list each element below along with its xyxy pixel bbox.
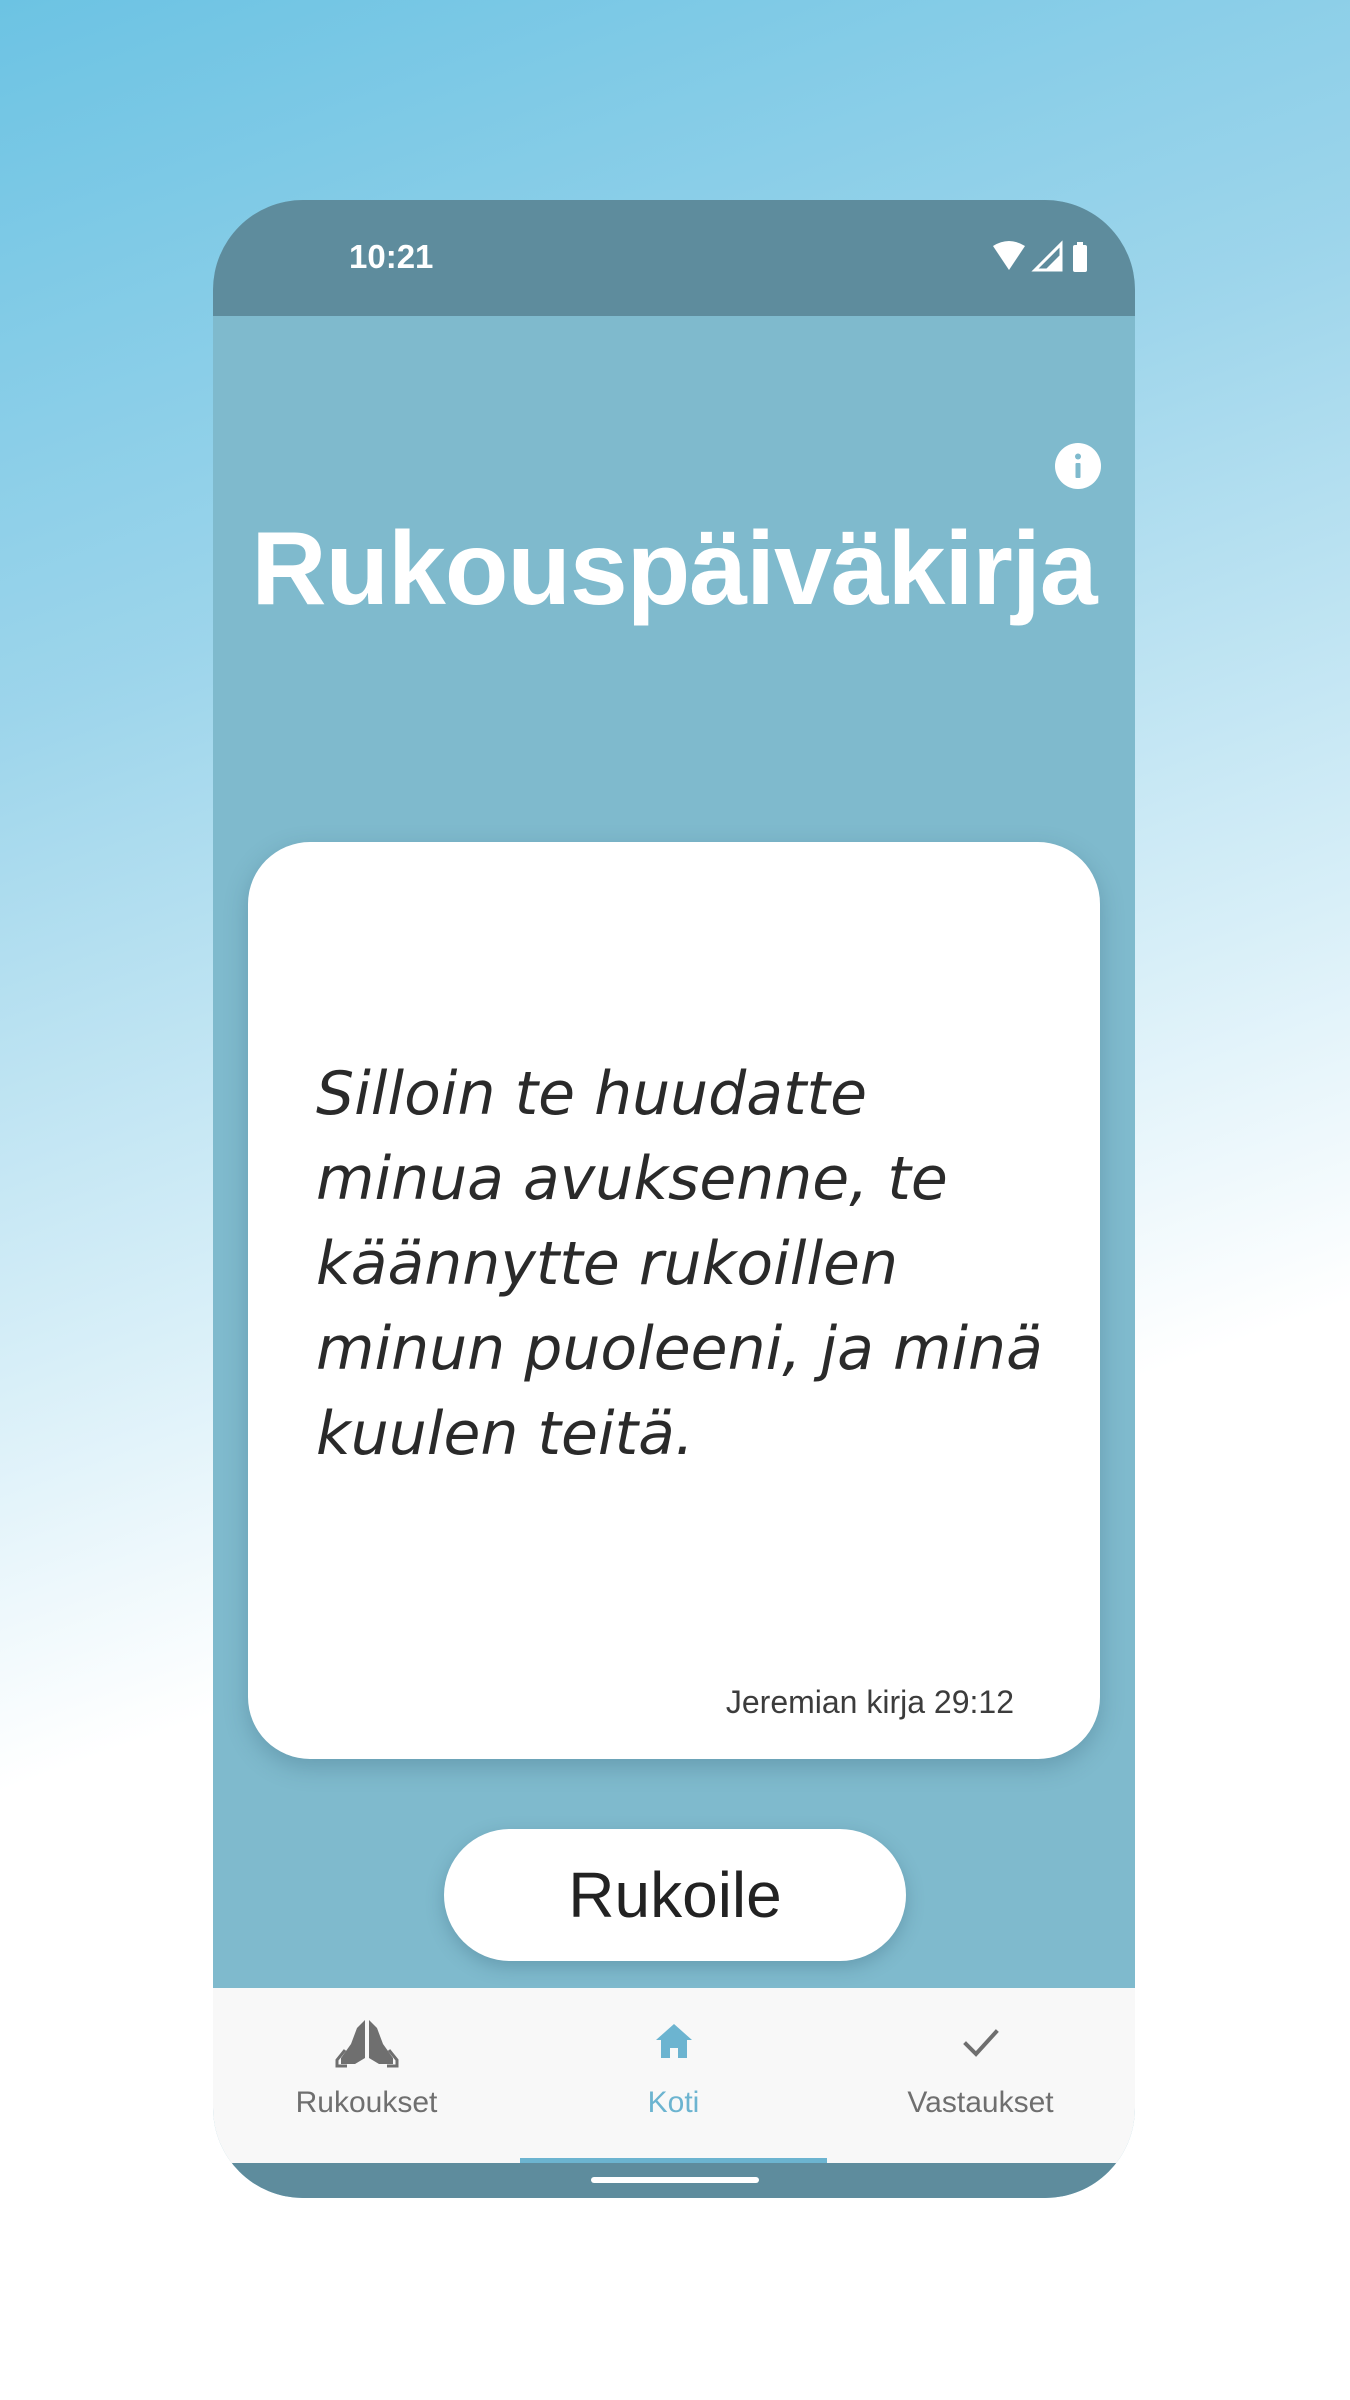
nav-item-vastaukset[interactable]: Vastaukset [827, 1988, 1134, 2163]
nav-label-koti: Koti [647, 2086, 700, 2119]
status-bar: 10:21 [213, 200, 1135, 316]
info-button[interactable] [1054, 442, 1102, 490]
status-icons-svg [993, 240, 1087, 272]
verse-reference: Jeremian kirja 29:12 [725, 1684, 1014, 1720]
nav-item-koti[interactable]: Koti [520, 1988, 827, 2163]
info-icon [1055, 443, 1101, 489]
signal-icon [1031, 240, 1063, 272]
status-icons [989, 240, 1119, 274]
home-icon [655, 2024, 692, 2058]
nav-label-rukoukset: Rukoukset [295, 2086, 438, 2119]
praying-hands-icon [335, 2020, 398, 2068]
verse-card: Silloin te huudatte minua avuksenne, te … [248, 842, 1100, 1759]
pray-button[interactable]: Rukoile [444, 1829, 906, 1961]
battery-icon [1073, 242, 1087, 272]
status-time: 10:21 [349, 238, 434, 275]
phone-frame: 10:21 Rukouspäiväkirja Silloin te huudat… [213, 200, 1135, 2198]
wifi-icon [993, 241, 1025, 270]
nav-label-vastaukset: Vastaukset [907, 2086, 1054, 2119]
system-nav-bar [213, 2163, 1135, 2198]
verse-text: Silloin te huudatte minua avuksenne, te … [316, 1059, 1043, 1469]
bottom-nav: Rukoukset Koti Vastaukset [213, 1988, 1135, 2163]
checkmark-icon [962, 2029, 999, 2057]
page-title: Rukouspäiväkirja [251, 511, 1097, 627]
home-gesture-handle[interactable] [591, 2177, 759, 2183]
nav-item-rukoukset[interactable]: Rukoukset [213, 1988, 520, 2163]
